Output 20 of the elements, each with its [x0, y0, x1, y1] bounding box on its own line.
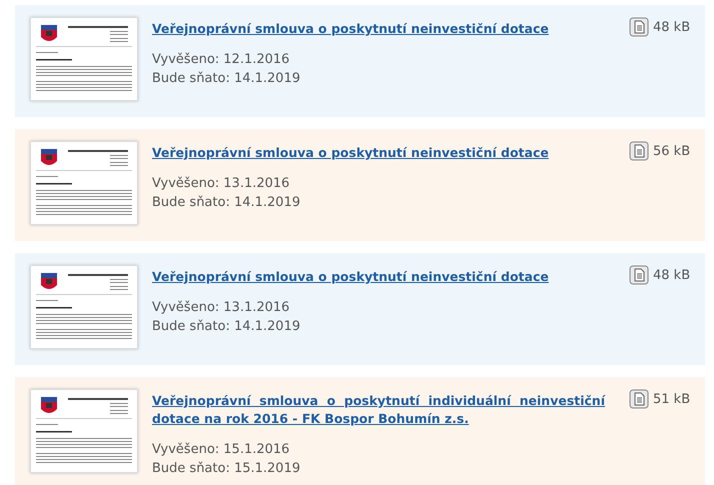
file-size: 56 kB [653, 144, 690, 158]
document-file-icon [629, 265, 649, 285]
document-file-icon [629, 141, 649, 161]
removal-date: Bude sňato: 14.1.2019 [152, 194, 302, 212]
document-link[interactable]: Veřejnoprávní smlouva o poskytnutí individuální neinvestiční dotace na rok 2016 - FK Bospor Bohumín z.s. [152, 392, 605, 428]
file-size: 48 kB [653, 20, 690, 34]
document-link[interactable]: Veřejnoprávní smlouva o poskytnutí neinvestiční dotace [152, 20, 605, 38]
posted-date: Vyvěšeno: 13.1.2016 [152, 299, 291, 317]
document-link[interactable]: Veřejnoprávní smlouva o poskytnutí neinvestiční dotace [152, 144, 605, 162]
posted-date: Vyvěšeno: 13.1.2016 [152, 175, 291, 193]
posted-date: Vyvěšeno: 12.1.2016 [152, 51, 291, 69]
file-size: 48 kB [653, 268, 690, 282]
document-file-icon [629, 389, 649, 409]
removal-date: Bude sňato: 14.1.2019 [152, 70, 302, 88]
removal-date: Bude sňato: 14.1.2019 [152, 318, 302, 336]
removal-date: Bude sňato: 15.1.2019 [152, 460, 302, 478]
document-file-icon [629, 17, 649, 37]
document-link[interactable]: Veřejnoprávní smlouva o poskytnutí neinvestiční dotace [152, 268, 605, 286]
file-size: 51 kB [653, 392, 690, 406]
posted-date: Vyvěšeno: 15.1.2016 [152, 441, 291, 459]
